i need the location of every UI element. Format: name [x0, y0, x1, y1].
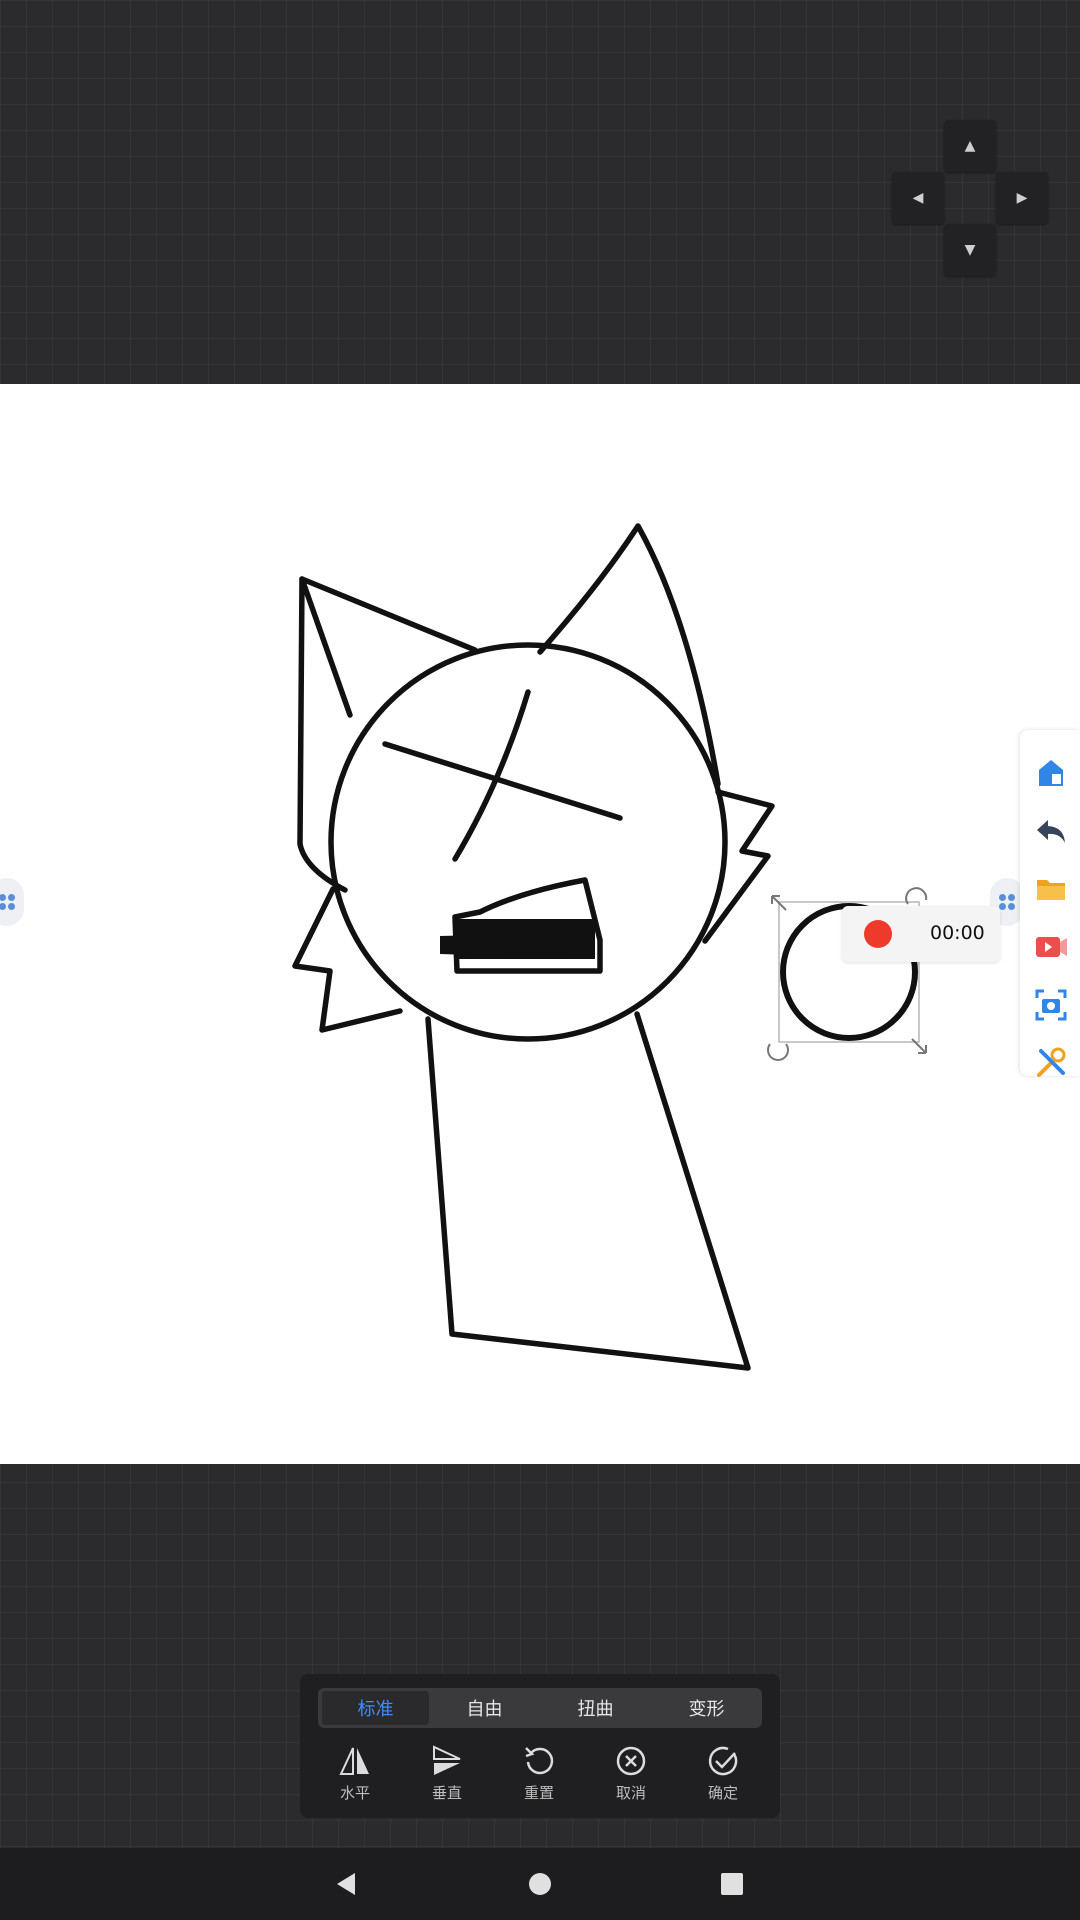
- nav-recents-button[interactable]: [712, 1864, 752, 1904]
- tools-button[interactable]: [1034, 1046, 1068, 1080]
- back-arrow-icon: [1037, 820, 1065, 843]
- transform-panel: 标准 自由 扭曲 变形 水平 垂直 重置 取消 确定: [300, 1674, 780, 1818]
- back-triangle-icon: [337, 1873, 355, 1895]
- video-record-icon: [1036, 937, 1067, 957]
- flip-horizontal-button[interactable]: 水平: [320, 1744, 390, 1810]
- right-toolbar: [1020, 730, 1080, 1077]
- nav-home-button[interactable]: [520, 1864, 560, 1904]
- home-icon: [1039, 760, 1063, 786]
- reset-icon: [525, 1747, 554, 1775]
- reset-button[interactable]: 重置: [504, 1744, 574, 1810]
- flip-vertical-icon: [433, 1745, 461, 1775]
- arrow-right-icon: ▶: [1016, 190, 1028, 206]
- rotate-handle-bottom-left-icon: [767, 1043, 789, 1061]
- recents-square-icon: [721, 1873, 743, 1895]
- flip-vertical-label: 垂直: [431, 1784, 462, 1802]
- dpad-up-button[interactable]: ▲: [944, 120, 996, 172]
- arrow-down-icon: ▼: [964, 242, 976, 258]
- cancel-button[interactable]: 取消: [596, 1744, 666, 1810]
- flip-vertical-button[interactable]: 垂直: [412, 1744, 482, 1810]
- tab-warp[interactable]: 变形: [651, 1688, 762, 1728]
- confirm-label: 确定: [707, 1784, 738, 1802]
- tab-standard[interactable]: 标准: [322, 1691, 429, 1725]
- recorder-widget[interactable]: 00:00: [842, 906, 1000, 962]
- tab-free[interactable]: 自由: [429, 1688, 540, 1728]
- confirm-icon: [708, 1746, 738, 1776]
- dpad-left-button[interactable]: ◀: [892, 172, 944, 224]
- undo-button[interactable]: [1034, 814, 1068, 848]
- record-timer: 00:00: [930, 922, 985, 944]
- home-button[interactable]: [1034, 756, 1068, 790]
- screenshot-button[interactable]: [1034, 988, 1068, 1022]
- dpad-down-button[interactable]: ▼: [944, 224, 996, 276]
- arrow-left-icon: ◀: [912, 190, 924, 206]
- reset-label: 重置: [523, 1784, 554, 1802]
- transform-mode-tabs: 标准 自由 扭曲 变形: [318, 1688, 762, 1728]
- home-circle-icon: [529, 1873, 551, 1895]
- flip-horizontal-icon: [339, 1747, 369, 1775]
- open-file-button[interactable]: [1034, 872, 1068, 906]
- tools-icon: [1037, 1047, 1066, 1077]
- record-video-button[interactable]: [1034, 930, 1068, 964]
- cancel-label: 取消: [615, 1784, 646, 1802]
- dpad-right-button[interactable]: ▶: [996, 172, 1048, 224]
- arrow-up-icon: ▲: [964, 138, 976, 154]
- apps-icon: [999, 894, 1015, 910]
- tab-distort[interactable]: 扭曲: [540, 1688, 651, 1728]
- record-dot-icon[interactable]: [864, 920, 892, 948]
- system-nav-bar: [0, 1848, 1080, 1920]
- left-panel-handle[interactable]: [0, 878, 24, 926]
- cancel-icon: [616, 1746, 646, 1776]
- screenshot-icon: [1035, 989, 1067, 1021]
- confirm-button[interactable]: 确定: [688, 1744, 758, 1810]
- nav-back-button[interactable]: [326, 1864, 366, 1904]
- folder-icon: [1037, 880, 1065, 900]
- flip-horizontal-label: 水平: [339, 1784, 370, 1802]
- apps-icon: [0, 894, 15, 910]
